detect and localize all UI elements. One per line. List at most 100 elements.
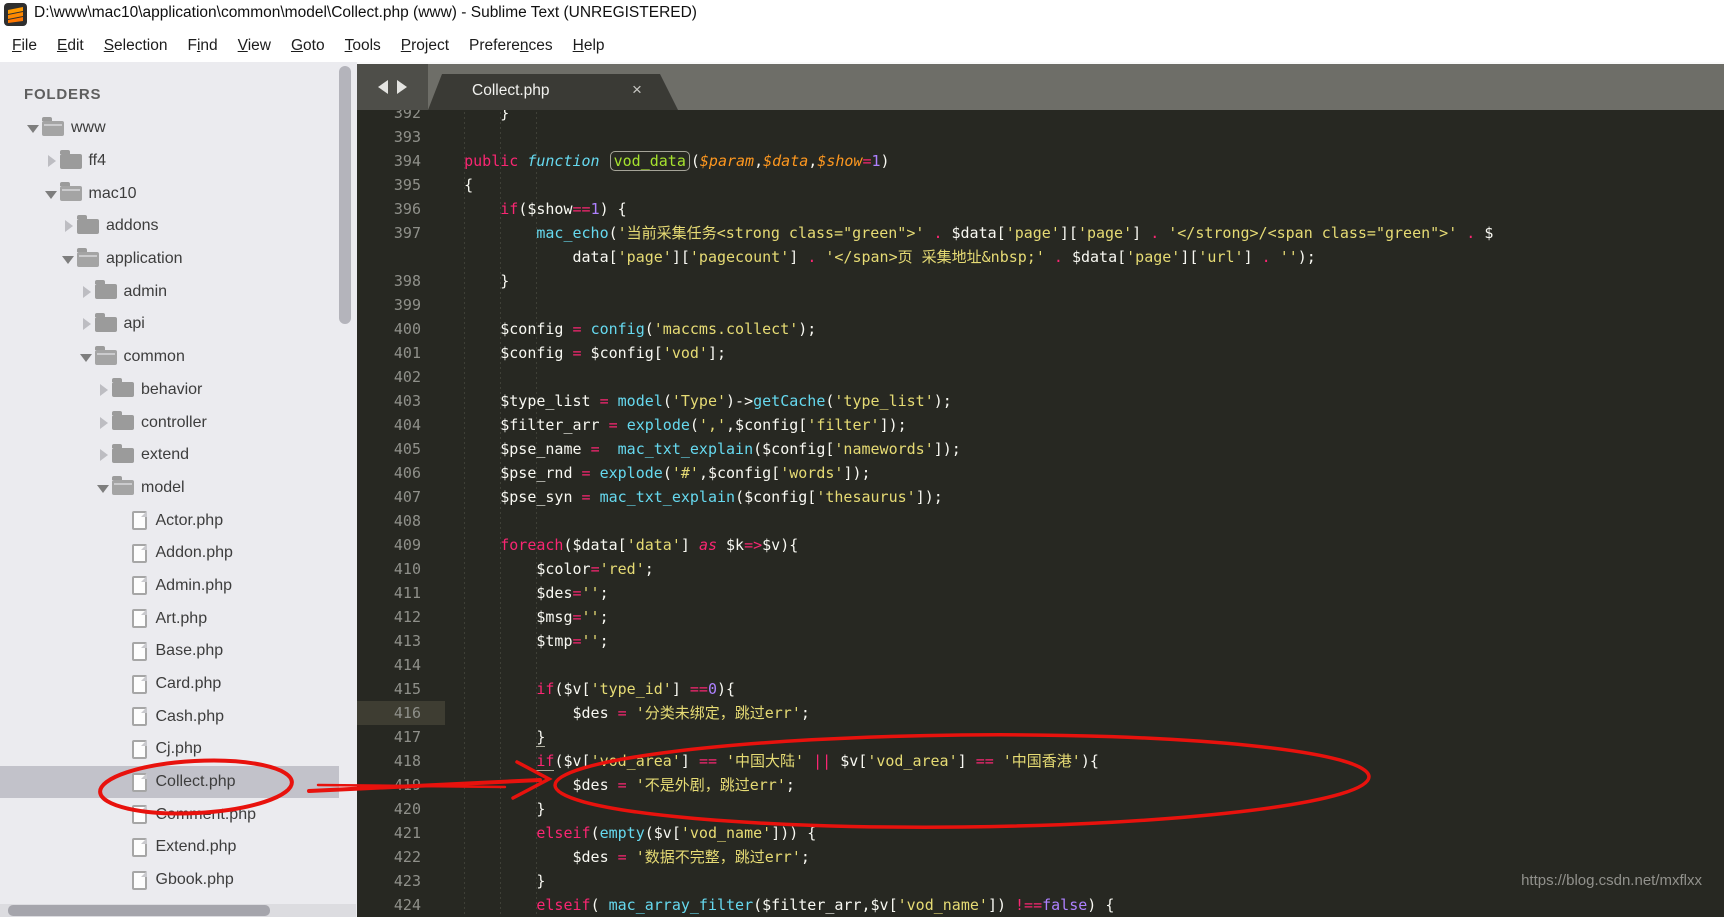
code-line-401[interactable]: $config = $config['vod']; — [428, 341, 1493, 365]
sidebar-item-admin-php[interactable]: Admin.php — [0, 570, 357, 603]
code-line-399[interactable] — [428, 293, 1493, 317]
menu-edit[interactable]: Edit — [47, 37, 94, 55]
code-line-404[interactable]: $filter_arr = explode(',',$config['filte… — [428, 413, 1493, 437]
menu-goto[interactable]: Goto — [281, 37, 335, 55]
tree-item-label: Extend.php — [155, 838, 237, 856]
triangle-down-icon[interactable] — [26, 121, 40, 135]
sidebar-item-base-php[interactable]: Base.php — [0, 635, 357, 668]
code-line-423[interactable]: } — [428, 869, 1493, 893]
sidebar-item-addons[interactable]: addons — [0, 210, 357, 243]
triangle-right-icon[interactable] — [79, 285, 93, 299]
code-line-415[interactable]: if($v['type_id'] ==0){ — [428, 677, 1493, 701]
code-line-424[interactable]: elseif( mac_array_filter($filter_arr,$v[… — [428, 893, 1493, 917]
tree-item-label: common — [123, 348, 185, 366]
triangle-down-icon[interactable] — [79, 350, 93, 364]
file-icon — [131, 870, 147, 890]
menu-project[interactable]: Project — [391, 37, 459, 55]
sidebar-item-controller[interactable]: controller — [0, 406, 357, 439]
sidebar-item-collect-php[interactable]: Collect.php — [0, 765, 339, 799]
menu-file[interactable]: File — [2, 37, 47, 55]
tab-collect-php[interactable]: Collect.php × — [428, 74, 678, 110]
code-line-413[interactable]: $tmp=''; — [428, 629, 1493, 653]
menu-preferences[interactable]: Preferences — [459, 37, 563, 55]
triangle-right-icon[interactable] — [96, 416, 110, 430]
code-line-409[interactable]: foreach($data['data'] as $k=>$v){ — [428, 533, 1493, 557]
menu-find[interactable]: Find — [177, 37, 227, 55]
file-icon — [131, 707, 147, 727]
tree-item-label: extend — [141, 446, 190, 464]
file-icon — [131, 805, 147, 825]
triangle-down-icon[interactable] — [96, 481, 110, 495]
code-line-422[interactable]: $des = '数据不完整，跳过err'; — [428, 845, 1493, 869]
sidebar-item-mac10[interactable]: mac10 — [0, 177, 357, 210]
sidebar-item-model[interactable]: model — [0, 472, 357, 505]
menu-selection[interactable]: Selection — [94, 37, 178, 55]
sidebar-item-common[interactable]: common — [0, 341, 357, 374]
menu-tools[interactable]: Tools — [335, 37, 391, 55]
code-line-394[interactable]: public function vod_data ($param,$data,$s… — [428, 149, 1493, 173]
file-icon — [131, 837, 147, 857]
code-line-396[interactable]: if($show==1) { — [428, 197, 1493, 221]
sidebar-item-comment-php[interactable]: Comment.php — [0, 798, 357, 831]
code-line-wrap[interactable]: data['page']['pagecount'] . '</span>页 采集… — [428, 245, 1493, 269]
sidebar-vertical-scrollbar[interactable] — [339, 66, 351, 324]
prev-tab-icon[interactable] — [378, 80, 388, 94]
code-line-393[interactable] — [428, 125, 1493, 149]
sidebar-item-extend-php[interactable]: Extend.php — [0, 831, 357, 864]
tab-nav-buttons[interactable] — [357, 64, 428, 110]
code-area[interactable]: } public function vod_data ($param,$data,… — [428, 101, 1493, 917]
sidebar-item-application[interactable]: application — [0, 243, 357, 276]
code-line-403[interactable]: $type_list = model('Type')->getCache('ty… — [428, 389, 1493, 413]
triangle-right-icon[interactable] — [79, 317, 93, 331]
close-tab-icon[interactable]: × — [632, 80, 642, 100]
code-line-402[interactable] — [428, 365, 1493, 389]
sidebar-item-www[interactable]: www — [0, 112, 357, 145]
menu-view[interactable]: View — [228, 37, 281, 55]
code-line-411[interactable]: $des=''; — [428, 581, 1493, 605]
code-line-414[interactable] — [428, 653, 1493, 677]
folder-closed-icon — [59, 149, 82, 169]
sidebar-item-gbook-php[interactable]: Gbook.php — [0, 864, 357, 897]
code-line-419[interactable]: $des = '不是外剧，跳过err'; — [428, 773, 1493, 797]
code-line-416[interactable]: $des = '分类未绑定，跳过err'; — [428, 701, 1493, 725]
title-bar: D:\www\mac10\application\common\model\Co… — [0, 0, 1724, 30]
sidebar-item-actor-php[interactable]: Actor.php — [0, 504, 357, 537]
code-line-398[interactable]: } — [428, 269, 1493, 293]
menu-help[interactable]: Help — [563, 37, 615, 55]
code-line-397[interactable]: mac_echo('当前采集任务<strong class="green">' … — [428, 221, 1493, 245]
triangle-down-icon[interactable] — [61, 252, 75, 266]
triangle-right-icon[interactable] — [44, 154, 58, 168]
code-line-407[interactable]: $pse_syn = mac_txt_explain($config['thes… — [428, 485, 1493, 509]
sidebar-item-ff4[interactable]: ff4 — [0, 145, 357, 178]
sidebar-item-behavior[interactable]: behavior — [0, 374, 357, 407]
code-line-405[interactable]: $pse_name = mac_txt_explain($config['nam… — [428, 437, 1493, 461]
code-line-418[interactable]: if($v['vod_area'] == '中国大陆' || $v['vod_a… — [428, 749, 1493, 773]
triangle-right-icon[interactable] — [96, 448, 110, 462]
code-line-395[interactable]: { — [428, 173, 1493, 197]
code-line-400[interactable]: $config = config('maccms.collect'); — [428, 317, 1493, 341]
code-line-417[interactable]: } — [428, 725, 1493, 749]
sidebar-item-admin[interactable]: admin — [0, 275, 357, 308]
next-tab-icon[interactable] — [397, 80, 407, 94]
sidebar-item-api[interactable]: api — [0, 308, 357, 341]
sidebar-item-extend[interactable]: extend — [0, 439, 357, 472]
code-line-410[interactable]: $color='red'; — [428, 557, 1493, 581]
code-line-406[interactable]: $pse_rnd = explode('#',$config['words'])… — [428, 461, 1493, 485]
sidebar-item-card-php[interactable]: Card.php — [0, 668, 357, 701]
code-line-421[interactable]: elseif(empty($v['vod_name'])) { — [428, 821, 1493, 845]
file-icon — [131, 772, 147, 792]
triangle-right-icon[interactable] — [61, 219, 75, 233]
sidebar-item-art-php[interactable]: Art.php — [0, 602, 357, 635]
code-line-420[interactable]: } — [428, 797, 1493, 821]
sidebar-horizontal-scrollbar[interactable] — [8, 905, 270, 916]
tab-bar: Collect.php × — [357, 62, 1724, 110]
sidebar-item-cash-php[interactable]: Cash.php — [0, 700, 357, 733]
file-icon — [131, 609, 147, 629]
sidebar-item-addon-php[interactable]: Addon.php — [0, 537, 357, 570]
code-line-412[interactable]: $msg=''; — [428, 605, 1493, 629]
code-line-408[interactable] — [428, 509, 1493, 533]
folder-open-icon — [42, 116, 64, 136]
triangle-right-icon[interactable] — [96, 383, 110, 397]
sidebar-item-cj-php[interactable]: Cj.php — [0, 733, 357, 766]
triangle-down-icon[interactable] — [44, 187, 58, 201]
